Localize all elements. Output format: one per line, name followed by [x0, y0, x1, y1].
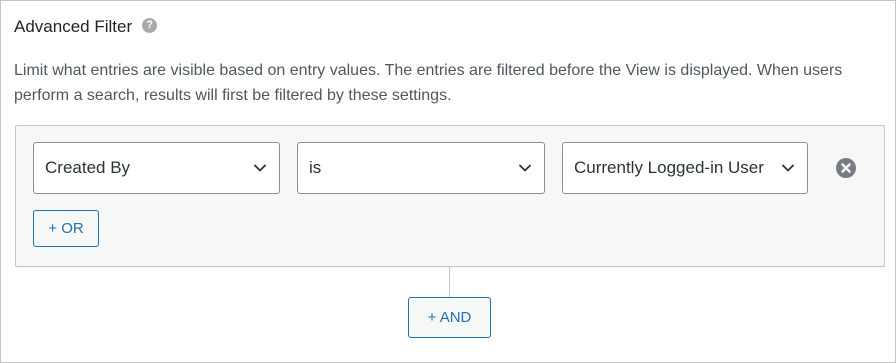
operator-select[interactable]: is: [297, 142, 545, 194]
question-circle-icon[interactable]: ?: [142, 17, 158, 33]
add-and-button[interactable]: + AND: [408, 297, 491, 338]
advanced-filter-panel: Advanced Filter ? Limit what entries are…: [0, 0, 896, 363]
chevron-down-icon: [254, 164, 266, 172]
chevron-down-icon: [782, 164, 794, 172]
filter-group: Created By is Currently Logged-in User +…: [15, 125, 885, 267]
title-row: Advanced Filter ?: [14, 17, 158, 37]
panel-title: Advanced Filter: [14, 17, 133, 36]
remove-condition-button[interactable]: [836, 158, 856, 178]
value-select[interactable]: Currently Logged-in User: [562, 142, 808, 194]
chevron-down-icon: [519, 164, 531, 172]
add-or-button[interactable]: + OR: [33, 210, 99, 247]
operator-select-value: is: [309, 158, 322, 177]
close-circle-icon: [841, 163, 851, 173]
field-select-value: Created By: [45, 158, 131, 177]
field-select[interactable]: Created By: [33, 142, 280, 194]
panel-description: Limit what entries are visible based on …: [14, 62, 843, 104]
value-select-value: Currently Logged-in User: [574, 158, 764, 177]
group-connector-line: [449, 266, 450, 298]
